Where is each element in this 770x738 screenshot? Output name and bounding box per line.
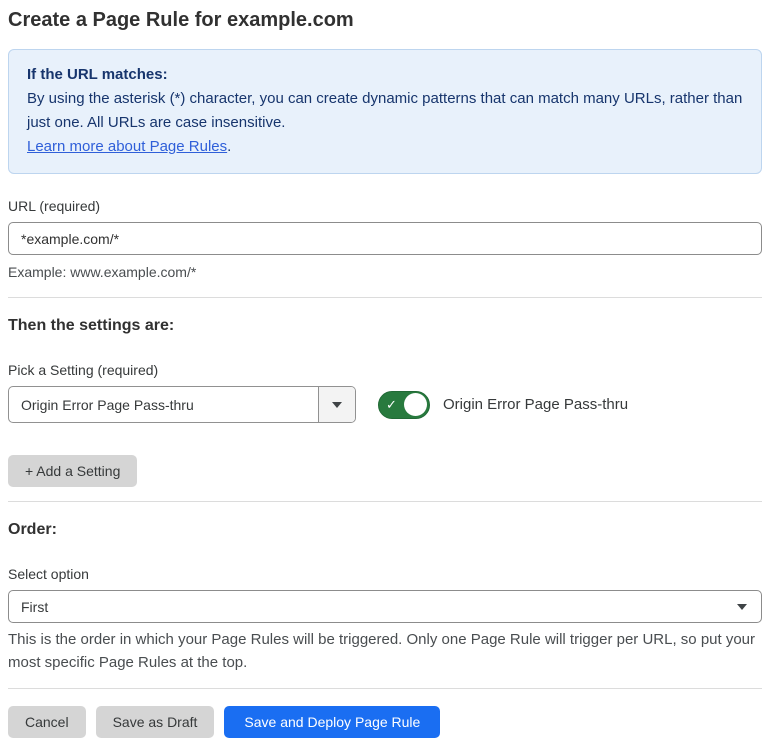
page-title: Create a Page Rule for example.com [8, 9, 354, 31]
order-select-value: First [21, 598, 49, 615]
toggle-knob [404, 393, 427, 416]
pick-setting-label: Pick a Setting (required) [8, 362, 159, 378]
learn-more-link[interactable]: Learn more about Page Rules [27, 138, 227, 155]
cancel-button[interactable]: Cancel [8, 706, 86, 738]
info-box-body: By using the asterisk (*) character, you… [27, 90, 743, 131]
setting-row: Origin Error Page Pass-thru ✓ Origin Err… [8, 386, 762, 423]
info-box-heading: If the URL matches: [27, 66, 168, 83]
origin-error-toggle[interactable]: ✓ [378, 390, 430, 419]
check-icon: ✓ [386, 397, 397, 412]
order-helper-text: This is the order in which your Page Rul… [8, 631, 756, 671]
url-match-info-box: If the URL matches: By using the asteris… [8, 49, 762, 174]
order-select[interactable]: First [8, 590, 762, 623]
order-select-label: Select option [8, 566, 89, 582]
link-suffix: . [227, 138, 232, 155]
setting-select[interactable]: Origin Error Page Pass-thru [8, 386, 356, 423]
info-box-link-line: Learn more about Page Rules. [27, 135, 743, 159]
divider [8, 297, 762, 298]
setting-select-value: Origin Error Page Pass-thru [21, 396, 194, 413]
order-section-heading: Order: [8, 521, 57, 538]
divider [8, 501, 762, 502]
save-and-deploy-button[interactable]: Save and Deploy Page Rule [224, 706, 441, 738]
save-as-draft-button[interactable]: Save as Draft [95, 706, 215, 738]
url-field-helper: Example: www.example.com/* [8, 264, 197, 280]
setting-select-arrow-button[interactable] [318, 387, 355, 422]
divider [8, 688, 762, 689]
chevron-down-icon [737, 603, 747, 610]
chevron-down-icon [332, 401, 342, 408]
add-setting-button[interactable]: + Add a Setting [8, 455, 138, 487]
settings-section-heading: Then the settings are: [8, 317, 175, 334]
toggle-label: Origin Error Page Pass-thru [443, 396, 629, 413]
url-field-label: URL (required) [8, 198, 101, 214]
footer-actions: Cancel Save as Draft Save and Deploy Pag… [8, 706, 762, 738]
url-input[interactable] [8, 222, 762, 255]
